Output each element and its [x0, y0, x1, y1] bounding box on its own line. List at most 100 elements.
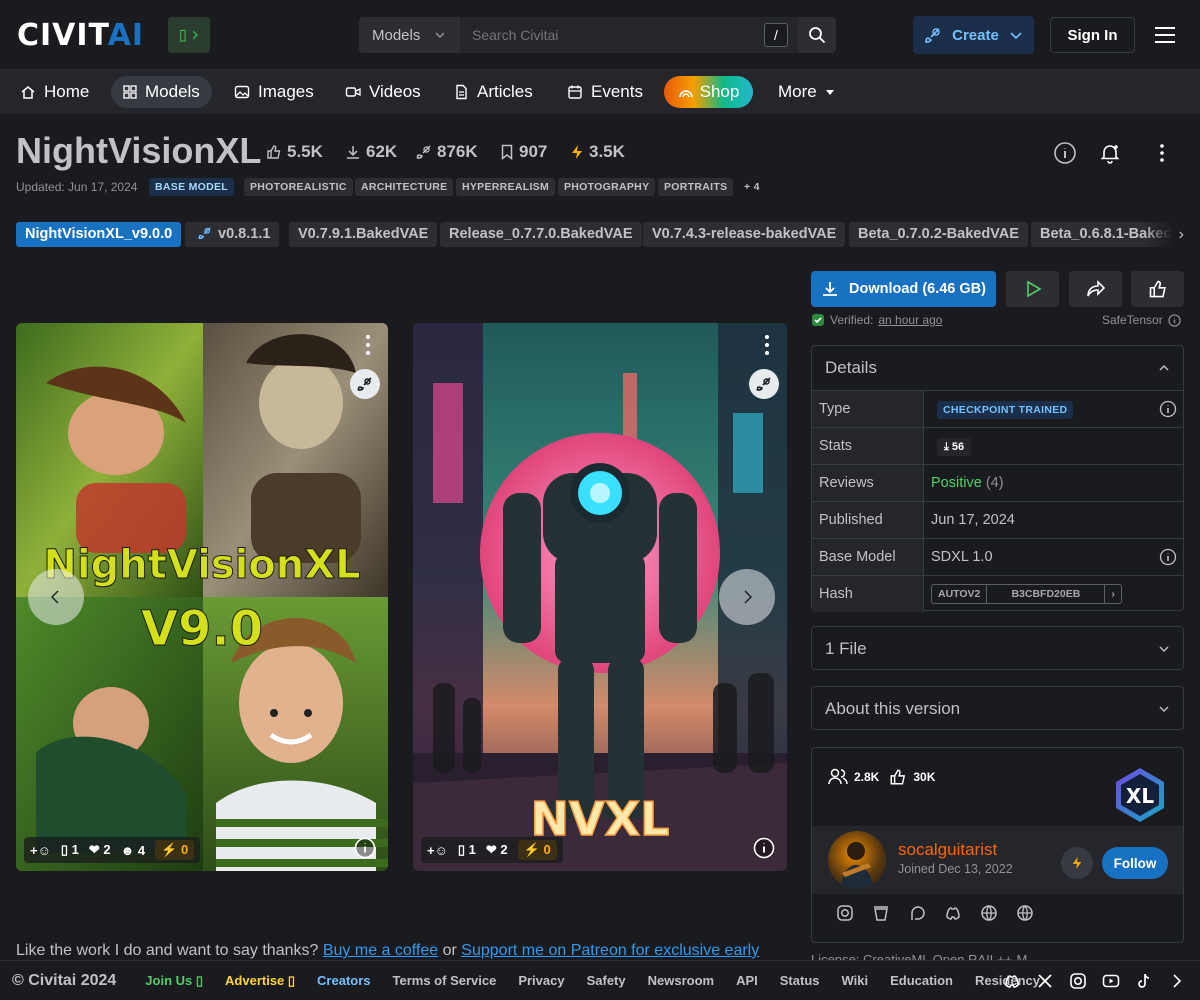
- card-remix-button[interactable]: [350, 369, 380, 399]
- card-menu-icon[interactable]: [366, 335, 370, 355]
- brush-icon: [357, 377, 372, 391]
- logo-badge[interactable]: ▯›: [168, 17, 210, 53]
- avatar[interactable]: [828, 831, 886, 889]
- chevron-right-icon[interactable]: [1168, 972, 1186, 990]
- footer-advertise-link[interactable]: Advertise ▯: [225, 973, 295, 989]
- comment-count[interactable]: ▯ 1: [61, 842, 79, 858]
- add-reaction-icon[interactable]: +☺: [30, 843, 51, 858]
- footer-tos-link[interactable]: Terms of Service: [393, 973, 497, 988]
- download-button[interactable]: Download (6.46 GB): [811, 271, 996, 307]
- nav-articles[interactable]: Articles: [441, 76, 545, 108]
- instagram-icon[interactable]: [1069, 972, 1087, 990]
- footer-creators-link[interactable]: Creators: [317, 973, 370, 988]
- footer-safety-link[interactable]: Safety: [587, 973, 626, 988]
- bookmarks-stat: 907: [500, 142, 547, 162]
- patreon-link[interactable]: Support me on Patreon for exclusive earl…: [461, 942, 759, 959]
- sign-in-button[interactable]: Sign In: [1050, 17, 1135, 53]
- buy-coffee-link[interactable]: Buy me a coffee: [323, 942, 438, 959]
- share-button[interactable]: [1069, 271, 1122, 307]
- youtube-icon[interactable]: [1102, 972, 1120, 990]
- patreon-icon[interactable]: [908, 904, 926, 922]
- like-button[interactable]: [1131, 271, 1184, 307]
- info-icon[interactable]: [1053, 141, 1077, 165]
- buzz-tip-count[interactable]: ⚡ 0: [517, 840, 557, 860]
- tag-photorealistic[interactable]: PHOTOREALISTIC: [244, 178, 353, 196]
- nav-more[interactable]: More: [766, 76, 847, 108]
- version-tab-v0791[interactable]: V0.7.9.1.BakedVAE: [289, 222, 438, 247]
- nav-events[interactable]: Events: [555, 76, 655, 108]
- search-button[interactable]: [798, 17, 836, 53]
- discord-icon[interactable]: [1003, 972, 1021, 990]
- heart-count[interactable]: ❤ 2: [486, 842, 508, 858]
- creator-name[interactable]: socalguitarist: [898, 840, 997, 860]
- coffee-icon[interactable]: [872, 904, 890, 922]
- version-tab-v0743[interactable]: V0.7.4.3-release-bakedVAE: [643, 222, 846, 247]
- info-icon[interactable]: [1168, 313, 1181, 327]
- footer-join-link[interactable]: Join Us ▯: [145, 973, 203, 989]
- more-vertical-icon[interactable]: [1150, 141, 1174, 165]
- info-icon[interactable]: [354, 837, 376, 859]
- bell-plus-icon[interactable]: [1098, 141, 1122, 165]
- tiktok-icon[interactable]: [1135, 972, 1153, 990]
- hash-value[interactable]: B3CBFD20EB: [986, 585, 1106, 603]
- details-header[interactable]: Details: [812, 346, 1183, 390]
- reviews-link[interactable]: Positive: [931, 475, 982, 491]
- footer-newsroom-link[interactable]: Newsroom: [648, 973, 714, 988]
- detail-row-reviews: Reviews Positive (4): [812, 464, 1183, 501]
- tag-more[interactable]: + 4: [738, 178, 766, 196]
- chevron-right-icon[interactable]: ›: [1144, 222, 1184, 248]
- card-menu-icon[interactable]: [765, 335, 769, 355]
- footer-education-link[interactable]: Education: [890, 973, 953, 988]
- verified-time-link[interactable]: an hour ago: [878, 313, 942, 327]
- globe-icon[interactable]: [980, 904, 998, 922]
- shop-button[interactable]: Shop: [664, 76, 753, 108]
- nav-images[interactable]: Images: [222, 76, 326, 108]
- info-icon[interactable]: [753, 837, 775, 859]
- files-panel[interactable]: 1 File: [811, 626, 1184, 670]
- version-tab-r0770[interactable]: Release_0.7.7.0.BakedVAE: [440, 222, 642, 247]
- footer-status-link[interactable]: Status: [780, 973, 820, 988]
- buzz-tip-count[interactable]: ⚡ 0: [155, 840, 195, 860]
- globe-icon[interactable]: [1016, 904, 1034, 922]
- footer-api-link[interactable]: API: [736, 973, 758, 988]
- discord-icon[interactable]: [944, 904, 962, 922]
- x-twitter-icon[interactable]: [1036, 972, 1054, 990]
- chevron-right-icon[interactable]: ›: [1105, 585, 1121, 603]
- version-tab-b0702[interactable]: Beta_0.7.0.2-BakedVAE: [849, 222, 1028, 247]
- card-remix-button[interactable]: [749, 369, 779, 399]
- image-icon: [234, 85, 250, 99]
- info-icon[interactable]: [1159, 548, 1177, 566]
- menu-icon[interactable]: [1155, 27, 1175, 43]
- nav-home[interactable]: Home: [8, 76, 101, 108]
- search-input[interactable]: [460, 17, 764, 53]
- tag-photography[interactable]: PHOTOGRAPHY: [558, 178, 656, 196]
- version-tab-v9[interactable]: NightVisionXL_v9.0.0: [16, 222, 182, 247]
- about-version-panel[interactable]: About this version: [811, 686, 1184, 730]
- add-reaction-icon[interactable]: +☺: [427, 843, 448, 858]
- laugh-count[interactable]: ☻ 4: [121, 843, 146, 858]
- create-button[interactable]: Create: [913, 16, 1034, 54]
- info-icon[interactable]: [1159, 400, 1177, 418]
- comment-count[interactable]: ▯ 1: [458, 842, 476, 858]
- svg-text:NightVisionXL: NightVisionXL: [43, 542, 360, 588]
- carousel-next-button[interactable]: [719, 569, 775, 625]
- instagram-icon[interactable]: [836, 904, 854, 922]
- footer-wiki-link[interactable]: Wiki: [842, 973, 869, 988]
- tag-architecture[interactable]: ARCHITECTURE: [355, 178, 454, 196]
- civitai-logo[interactable]: CIVITAI: [17, 18, 144, 53]
- file-format: SafeTensor: [1102, 313, 1181, 327]
- tag-base-model[interactable]: BASE MODEL: [149, 178, 235, 196]
- hash-selector[interactable]: AUTOV2 B3CBFD20EB ›: [931, 584, 1122, 604]
- heart-count[interactable]: ❤ 2: [89, 842, 111, 858]
- footer-privacy-link[interactable]: Privacy: [518, 973, 564, 988]
- nav-videos[interactable]: Videos: [333, 76, 433, 108]
- tag-hyperrealism[interactable]: HYPERREALISM: [456, 178, 556, 196]
- tip-buzz-button[interactable]: [1061, 847, 1093, 879]
- follow-button[interactable]: Follow: [1102, 847, 1168, 879]
- version-tab-v0811[interactable]: v0.8.1.1: [185, 222, 280, 247]
- generate-button[interactable]: [1006, 271, 1059, 307]
- search-type-select[interactable]: Models: [359, 17, 460, 53]
- nav-models[interactable]: Models: [111, 76, 212, 108]
- tag-portraits[interactable]: PORTRAITS: [658, 178, 734, 196]
- carousel-prev-button[interactable]: [28, 569, 84, 625]
